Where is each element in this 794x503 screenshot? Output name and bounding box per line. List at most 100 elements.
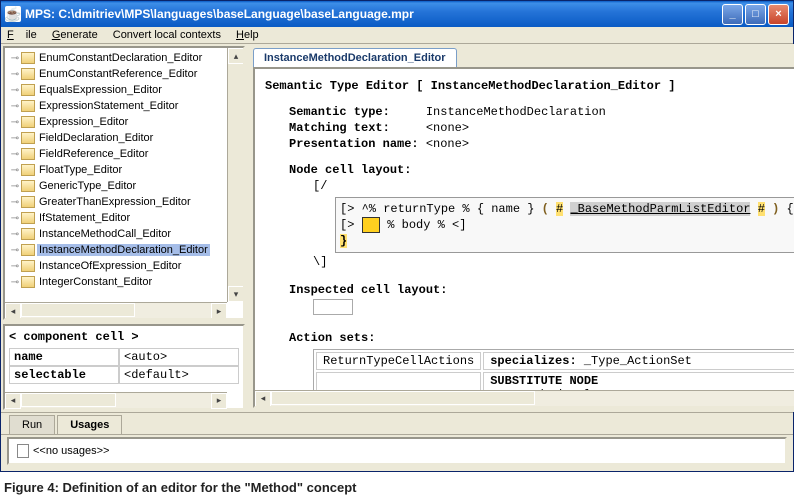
tree-toggle-icon[interactable]: ⊸ — [9, 101, 21, 112]
tree-toggle-icon[interactable]: ⊸ — [9, 133, 21, 144]
action-more[interactable]: << ... >> — [316, 406, 794, 408]
editor-scrollbar-horizontal[interactable]: ◂▸ — [255, 390, 794, 406]
window-title: MPS: C:\dmitriev\MPS\languages\baseLangu… — [25, 7, 722, 21]
tab-run[interactable]: Run — [9, 415, 55, 434]
maximize-button[interactable]: □ — [745, 4, 766, 25]
menu-generate[interactable]: Generate — [52, 29, 98, 41]
layout-row1-end[interactable]: { <] — [787, 202, 794, 216]
substitute-node-label: SUBSTITUTE NODE — [490, 374, 598, 388]
tree-item[interactable]: ⊸ GenericType_Editor — [9, 178, 243, 194]
tab-usages[interactable]: Usages — [57, 415, 122, 434]
tree-item[interactable]: ⊸ EqualsExpression_Editor — [9, 82, 243, 98]
tree-toggle-icon[interactable]: ⊸ — [9, 229, 21, 240]
tree-item-label: EqualsExpression_Editor — [37, 84, 164, 96]
paren-close: ) — [772, 202, 779, 216]
prop-value[interactable]: <default> — [119, 366, 239, 384]
props-row[interactable]: selectable<default> — [9, 366, 239, 384]
tree-toggle-icon[interactable]: ⊸ — [9, 149, 21, 160]
folder-icon — [21, 116, 35, 128]
layout-row3-brace[interactable]: } — [340, 234, 347, 248]
tree-scrollbar-vertical[interactable]: ▴▾ — [227, 48, 243, 302]
minimize-button[interactable]: _ — [722, 4, 743, 25]
tree-item-label: IfStatement_Editor — [37, 212, 132, 224]
editor-header-prefix: Semantic Type Editor [ — [265, 79, 431, 93]
layout-open[interactable]: [/ — [265, 179, 794, 193]
tree-scrollbar-horizontal[interactable]: ◂▸ — [5, 302, 227, 318]
menu-convert[interactable]: Convert local contexts — [113, 29, 221, 41]
tree-toggle-icon[interactable]: ⊸ — [9, 181, 21, 192]
layout-selection-marker[interactable] — [362, 217, 380, 233]
tree-toggle-icon[interactable]: ⊸ — [9, 53, 21, 64]
tree-item[interactable]: ⊸FieldDeclaration_Editor — [9, 130, 243, 146]
action-name[interactable]: ReturnTypeCellActions — [316, 352, 481, 370]
tree-item[interactable]: ⊸InstanceOfExpression_Editor — [9, 258, 243, 274]
tree-item[interactable]: ⊸ FieldReference_Editor — [9, 146, 243, 162]
specializes-value[interactable]: _Type_ActionSet — [584, 354, 692, 368]
titlebar[interactable]: ☕ MPS: C:\dmitriev\MPS\languages\baseLan… — [1, 1, 793, 27]
tree-item[interactable]: ⊸EnumConstantReference_Editor — [9, 66, 243, 82]
presentation-name-value[interactable]: <none> — [426, 137, 469, 151]
node-cell-layout-label: Node cell layout: — [265, 163, 794, 177]
tree-toggle-icon[interactable]: ⊸ — [9, 165, 21, 176]
semantic-type-label: Semantic type: — [289, 105, 390, 119]
folder-icon — [21, 276, 35, 288]
prop-name: selectable — [9, 366, 119, 384]
editor-tab[interactable]: InstanceMethodDeclaration_Editor — [253, 48, 457, 67]
action-sets-label: Action sets: — [265, 331, 794, 345]
props-row[interactable]: name<auto> — [9, 348, 239, 366]
editor-header-name: InstanceMethodDeclaration_Editor — [431, 79, 661, 93]
folder-icon — [21, 132, 35, 144]
figure-caption: Figure 4: Definition of an editor for th… — [0, 472, 794, 503]
close-button[interactable]: × — [768, 4, 789, 25]
tree-item[interactable]: ⊸GreaterThanExpression_Editor — [9, 194, 243, 210]
tree-toggle-icon[interactable]: ⊸ — [9, 245, 21, 256]
tree-toggle-icon[interactable]: ⊸ — [9, 117, 21, 128]
tree-item[interactable]: ⊸ExpressionStatement_Editor — [9, 98, 243, 114]
editor-header-suffix: ] — [661, 79, 675, 93]
tree-toggle-icon[interactable]: ⊸ — [9, 213, 21, 224]
semantic-type-value[interactable]: InstanceMethodDeclaration — [426, 105, 606, 119]
folder-icon — [21, 52, 35, 64]
prop-name: name — [9, 348, 119, 366]
tree-toggle-icon[interactable]: ⊸ — [9, 85, 21, 96]
hash-close: # — [758, 202, 765, 216]
tree-toggle-icon[interactable]: ⊸ — [9, 197, 21, 208]
parm-list-editor-ref[interactable]: _BaseMethodParmListEditor — [570, 202, 750, 216]
folder-icon — [21, 68, 35, 80]
specializes-label: specializes: — [490, 354, 576, 368]
document-icon — [17, 444, 29, 458]
hash-open: # — [556, 202, 563, 216]
tree-item[interactable]: ⊸IntegerConstant_Editor — [9, 274, 243, 290]
tree-item-label: InstanceMethodDeclaration_Editor — [37, 244, 210, 256]
editor-panel[interactable]: Semantic Type Editor [ InstanceMethodDec… — [253, 67, 794, 408]
tree-item-label: GenericType_Editor — [37, 180, 138, 192]
tree-item[interactable]: ⊸InstanceMethodCall_Editor — [9, 226, 243, 242]
tree-item[interactable]: ⊸FloatType_Editor — [9, 162, 243, 178]
tree-item[interactable]: ⊸ IfStatement_Editor — [9, 210, 243, 226]
presentation-name-label: Presentation name: — [289, 137, 419, 151]
prop-value[interactable]: <auto> — [119, 348, 239, 366]
layout-close[interactable]: \] — [265, 255, 794, 269]
tree-item[interactable]: ⊸EnumConstantDeclaration_Editor — [9, 50, 243, 66]
project-tree-panel: ⊸EnumConstantDeclaration_Editor⊸EnumCons… — [3, 46, 245, 320]
layout-row2-open[interactable]: [> — [340, 218, 354, 232]
inspected-cell-box[interactable] — [313, 299, 353, 315]
tree-toggle-icon[interactable]: ⊸ — [9, 277, 21, 288]
props-scrollbar-horizontal[interactable]: ◂▸ — [5, 392, 227, 408]
layout-cell-box[interactable]: [> ^% returnType % { name } ( # _BaseMet… — [335, 197, 794, 253]
tree-toggle-icon[interactable]: ⊸ — [9, 261, 21, 272]
app-window: ☕ MPS: C:\dmitriev\MPS\languages\baseLan… — [0, 0, 794, 472]
tree-item-label: FieldReference_Editor — [37, 148, 150, 160]
folder-icon — [21, 148, 35, 160]
menu-help[interactable]: Help — [236, 29, 259, 41]
java-icon: ☕ — [5, 6, 21, 22]
tree-item[interactable]: ⊸ InstanceMethodDeclaration_Editor — [9, 242, 243, 258]
layout-row2-body[interactable]: % body % <] — [387, 218, 466, 232]
matching-text-value[interactable]: <none> — [426, 121, 469, 135]
tree-item[interactable]: ⊸Expression_Editor — [9, 114, 243, 130]
layout-row1-text[interactable]: [> ^% returnType % { name } — [340, 202, 534, 216]
folder-icon — [21, 180, 35, 192]
properties-panel: < component cell > name<auto>selectable<… — [3, 324, 245, 410]
tree-toggle-icon[interactable]: ⊸ — [9, 69, 21, 80]
menu-file[interactable]: File — [7, 29, 37, 41]
